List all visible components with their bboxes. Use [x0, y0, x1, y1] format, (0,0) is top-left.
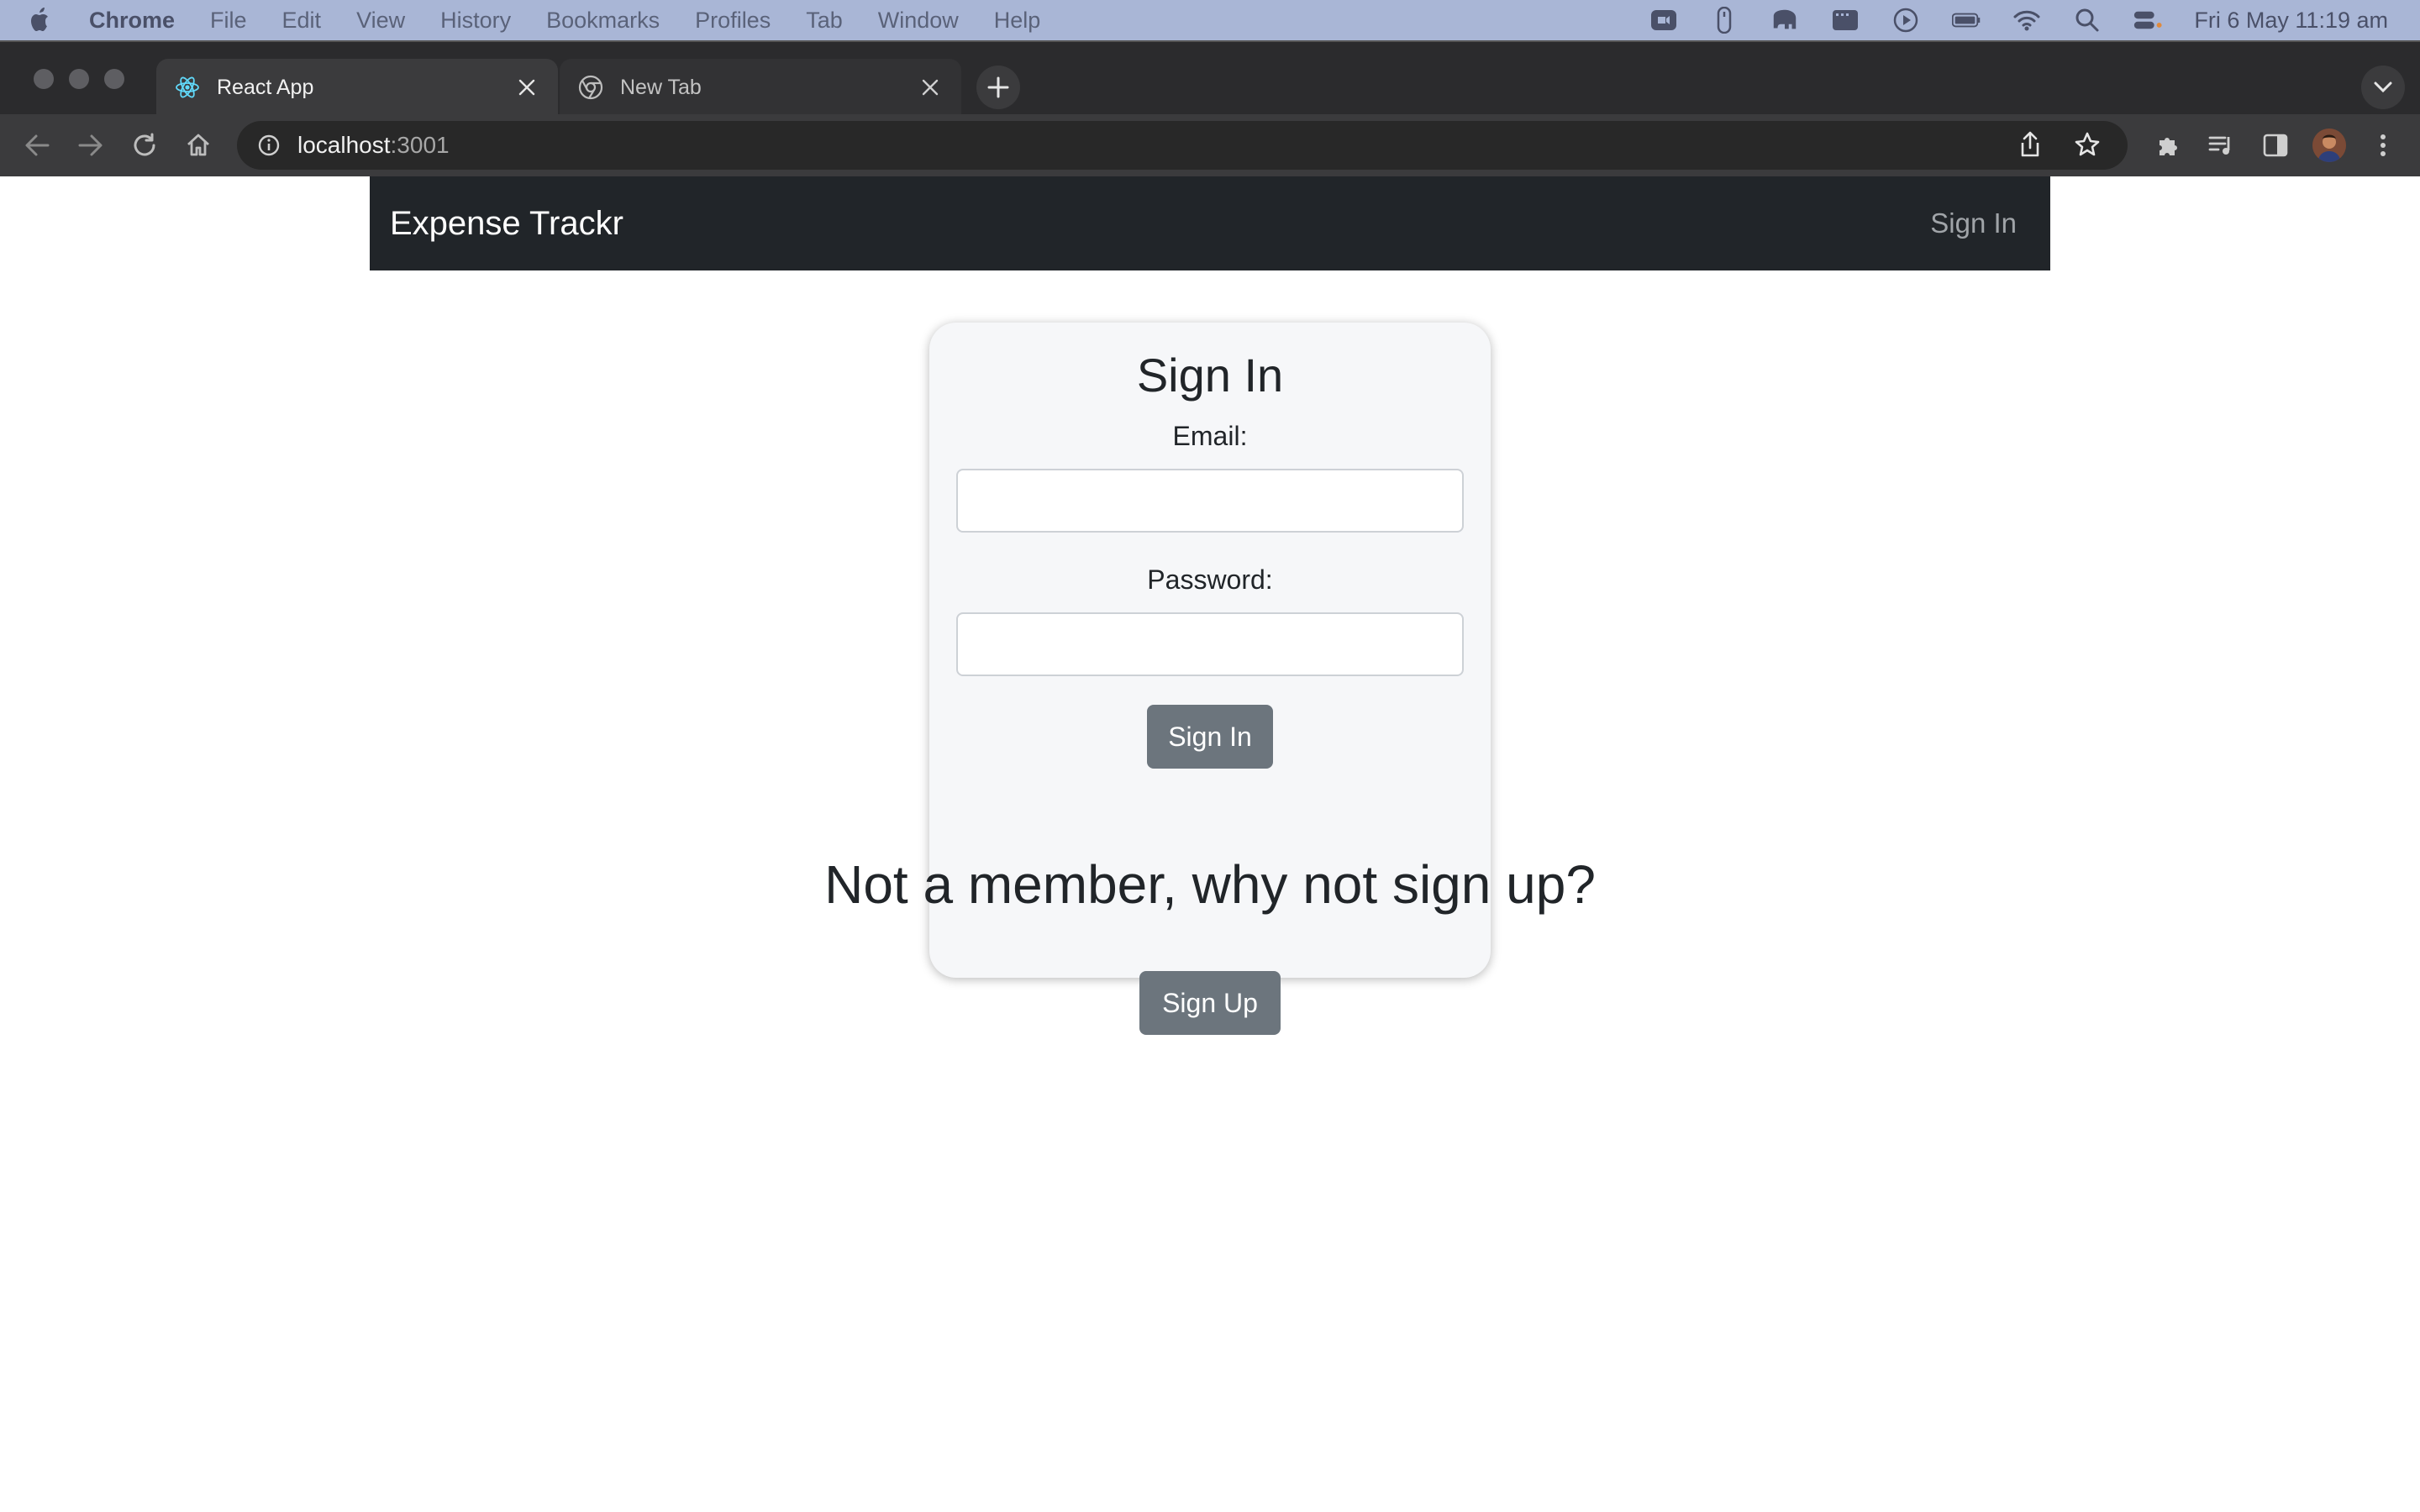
- menu-window[interactable]: Window: [878, 8, 959, 34]
- maximize-window-button[interactable]: [104, 69, 124, 89]
- password-label: Password:: [1147, 564, 1273, 595]
- sign-up-prompt: Not a member, why not sign up?: [824, 854, 1596, 915]
- play-circle-icon[interactable]: [1891, 8, 1920, 33]
- video-camera-icon[interactable]: [1649, 8, 1678, 33]
- app-navbar: Expense Trackr Sign In: [370, 176, 2050, 270]
- media-queue-icon[interactable]: [2205, 129, 2238, 162]
- menu-app-name[interactable]: Chrome: [89, 8, 175, 34]
- menu-help[interactable]: Help: [994, 8, 1041, 34]
- email-label: Email:: [1172, 421, 1248, 451]
- sign-in-button[interactable]: Sign In: [1147, 705, 1273, 769]
- chrome-menu-icon[interactable]: [2366, 129, 2400, 162]
- menu-file[interactable]: File: [210, 8, 247, 34]
- browser-tab-strip: React App New Tab: [0, 40, 2420, 116]
- tab-title: New Tab: [620, 75, 702, 99]
- email-field[interactable]: [956, 469, 1464, 533]
- minimize-window-button[interactable]: [69, 69, 89, 89]
- address-bar-actions: [2013, 128, 2104, 161]
- tab-new-tab[interactable]: New Tab: [560, 59, 961, 116]
- battery-icon[interactable]: [1952, 8, 1981, 33]
- bookmark-star-icon[interactable]: [2070, 128, 2104, 161]
- web-page: Expense Trackr Sign In Sign In Email: Pa…: [0, 176, 2420, 1512]
- close-window-button[interactable]: [34, 69, 54, 89]
- back-arrow-icon[interactable]: [20, 129, 54, 162]
- browser-toolbar: localhost:3001: [0, 114, 2420, 176]
- side-panel-icon[interactable]: [2259, 129, 2292, 162]
- window-controls: [34, 69, 124, 89]
- tab-search-button[interactable]: [2361, 66, 2405, 109]
- menu-bookmarks[interactable]: Bookmarks: [546, 8, 660, 34]
- mouse-icon[interactable]: [1710, 7, 1739, 34]
- apple-menu-icon[interactable]: [29, 7, 59, 34]
- react-icon: [175, 75, 200, 100]
- nav-sign-in-link[interactable]: Sign In: [1930, 207, 2017, 239]
- wifi-icon[interactable]: [2012, 8, 2041, 33]
- elephant-icon[interactable]: [1770, 8, 1799, 33]
- menu-profiles[interactable]: Profiles: [695, 8, 771, 34]
- macos-menu-bar: Chrome File Edit View History Bookmarks …: [0, 0, 2420, 40]
- menubar-clock[interactable]: Fri 6 May 11:19 am: [2194, 8, 2388, 34]
- spotlight-search-icon[interactable]: [2073, 8, 2102, 33]
- url-port: :3001: [390, 132, 450, 158]
- menu-edit[interactable]: Edit: [282, 8, 322, 34]
- share-icon[interactable]: [2013, 128, 2047, 161]
- close-tab-icon[interactable]: [918, 75, 943, 100]
- menu-history[interactable]: History: [440, 8, 511, 34]
- reload-icon[interactable]: [128, 129, 161, 162]
- profile-avatar[interactable]: [2312, 129, 2346, 162]
- forward-arrow-icon[interactable]: [74, 129, 108, 162]
- menu-view[interactable]: View: [356, 8, 405, 34]
- chrome-icon: [578, 75, 603, 100]
- tab-title: React App: [217, 75, 314, 99]
- password-field[interactable]: [956, 612, 1464, 676]
- control-center-icon[interactable]: [2133, 8, 2162, 33]
- url-host: localhost: [297, 132, 391, 158]
- tab-react-app[interactable]: React App: [156, 59, 558, 116]
- menu-tab[interactable]: Tab: [806, 8, 843, 34]
- home-icon[interactable]: [182, 129, 215, 162]
- close-tab-icon[interactable]: [514, 75, 539, 100]
- status-area: Fri 6 May 11:19 am: [1649, 7, 2388, 34]
- extensions-puzzle-icon[interactable]: [2151, 129, 2185, 162]
- site-info-icon[interactable]: [255, 132, 282, 159]
- brand-link[interactable]: Expense Trackr: [390, 205, 623, 243]
- display-icon[interactable]: [1831, 8, 1860, 33]
- sign-up-button[interactable]: Sign Up: [1139, 971, 1281, 1035]
- sign-in-title: Sign In: [1136, 349, 1284, 402]
- new-tab-button[interactable]: [976, 66, 1020, 109]
- address-bar[interactable]: localhost:3001: [237, 121, 2128, 170]
